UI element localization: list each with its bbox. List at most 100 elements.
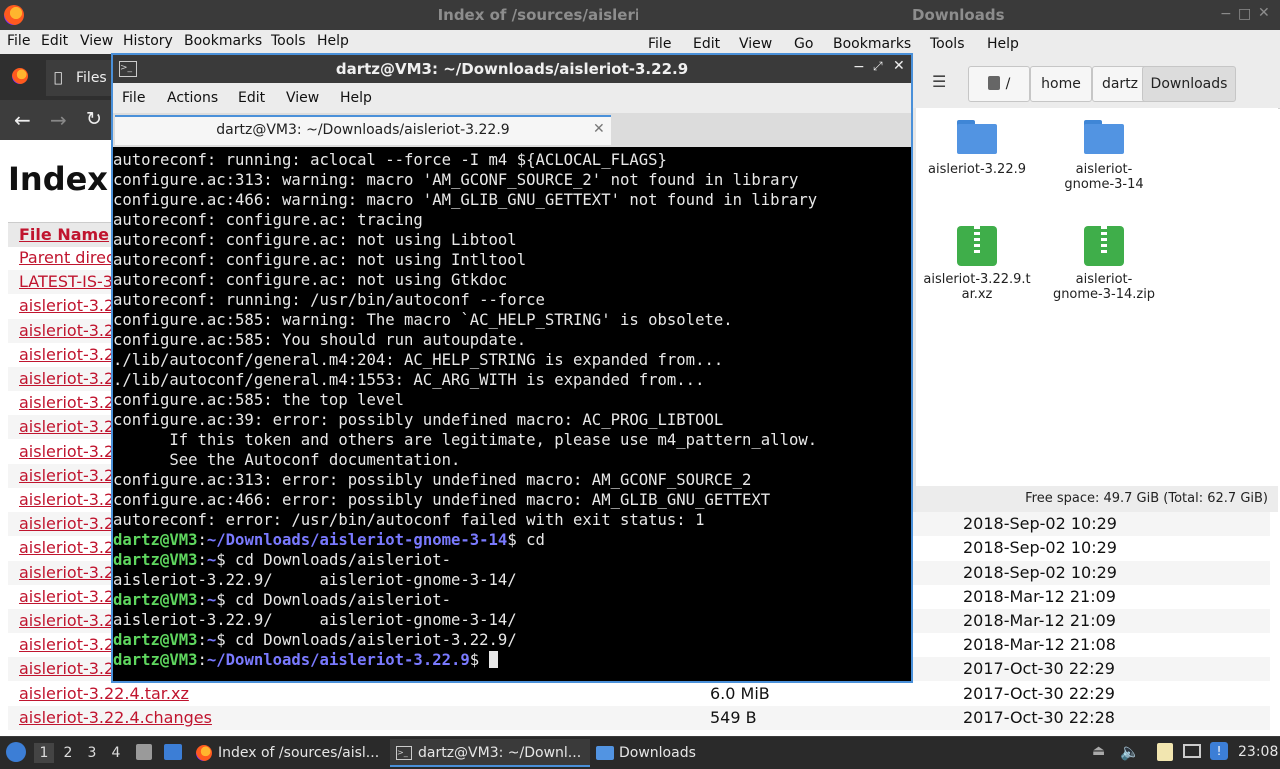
file-manager-launcher-icon[interactable] [136,744,152,760]
term-menu-view[interactable]: View [286,90,319,106]
file-link[interactable]: aisleriot-3.2 [19,417,114,436]
menu-bookmarks[interactable]: Bookmarks [184,33,262,49]
fm-menu-bookmarks[interactable]: Bookmarks [833,36,911,52]
page-heading: Index [8,160,108,198]
file-link[interactable]: LATEST-IS-3 [19,272,113,291]
text-cursor [488,651,498,668]
task-terminal[interactable]: >_ dartz@VM3: ~/Downl... [390,739,590,767]
close-icon[interactable]: ✕ [1258,5,1270,21]
prompt-command: cd Downloads/aisleriot- [225,591,451,609]
menu-tools[interactable]: Tools [271,33,306,49]
terminal-output[interactable]: autoreconf: running: aclocal --force -I … [113,147,911,681]
prompt-path: ~ [206,551,217,569]
terminal-titlebar[interactable]: >_ dartz@VM3: ~/Downloads/aisleriot-3.22… [113,55,911,83]
volume-icon[interactable]: 🔈 [1120,742,1140,761]
term-menu-actions[interactable]: Actions [167,90,218,106]
eject-icon[interactable]: ⏏ [1092,743,1105,759]
term-menu-file[interactable]: File [122,90,145,106]
terminal-tab[interactable]: dartz@VM3: ~/Downloads/aisleriot-3.22.9 … [115,115,611,145]
term-menu-edit[interactable]: Edit [238,90,265,106]
firefox-window-title: Index of /sources/aisleri [437,6,640,24]
terminal-line: See the Autoconf documentation. [113,451,461,469]
file-link[interactable]: aisleriot-3.2 [19,563,114,582]
file-icon-view: aisleriot-3.22.9 aisleriot- gnome-3-14 a… [916,108,1278,486]
close-icon[interactable]: ✕ [893,58,905,74]
file-link[interactable]: aisleriot-3.2 [19,587,114,606]
column-header-file-name[interactable]: File Name [19,225,109,244]
path-dartz[interactable]: dartz [1092,66,1148,102]
file-link[interactable]: aisleriot-3.2 [19,538,114,557]
file-link[interactable]: aisleriot-3.2 [19,611,114,630]
terminal-line: ./lib/autoconf/general.m4:1553: AC_ARG_W… [113,371,705,389]
network-icon[interactable] [1183,744,1201,758]
file-link[interactable]: aisleriot-3.2 [19,466,114,485]
file-link[interactable]: aisleriot-3.2 [19,393,114,412]
file-item-tar-archive[interactable]: aisleriot-3.22.9.t ar.xz [922,226,1032,302]
file-item-label: aisleriot- gnome-3-14 [1064,162,1144,192]
file-link[interactable]: aisleriot-3.22.4.changes [19,708,212,727]
maximize-icon[interactable]: ⤢ [873,59,883,74]
minimize-icon[interactable]: − [1220,6,1232,22]
table-row: aisleriot-3.22.4.tar.xz 6.0 MiB 2017-Oct-3… [8,682,1270,706]
close-tab-icon[interactable]: ✕ [593,121,605,137]
forward-arrow-icon[interactable]: → [50,108,67,132]
terminal-prompt-line: dartz@VM3:~$ cd Downloads/aisleriot- [113,551,451,569]
file-manager-titlebar[interactable]: Downloads − □ ✕ [638,0,1280,30]
file-link[interactable]: aisleriot-3.2 [19,442,114,461]
back-arrow-icon[interactable]: ← [14,108,31,132]
reload-icon[interactable]: ↻ [86,108,102,130]
task-firefox[interactable]: Index of /sources/aisl... [192,739,388,767]
file-link[interactable]: aisleriot-3.2 [19,296,114,315]
menu-view[interactable]: View [80,33,113,49]
free-space-text: Free space: 49.7 GiB (Total: 62.7 GiB) [1025,491,1268,506]
file-link[interactable]: aisleriot-3.2 [19,369,114,388]
file-link[interactable]: aisleriot-3.2 [19,635,114,654]
fm-menu-tools[interactable]: Tools [930,36,965,52]
term-menu-help[interactable]: Help [340,90,372,106]
maximize-icon[interactable]: □ [1238,6,1251,22]
desktop-icon[interactable] [164,744,182,760]
fm-menu-go[interactable]: Go [794,36,813,52]
menu-edit[interactable]: Edit [41,33,68,49]
file-link[interactable]: aisleriot-3.2 [19,490,114,509]
menu-help[interactable]: Help [317,33,349,49]
file-link[interactable]: aisleriot-3.2 [19,514,114,533]
workspace-2[interactable]: 2 [58,743,78,763]
notification-icon[interactable]: ! [1210,742,1228,760]
workspace-1[interactable]: 1 [34,743,54,763]
start-menu-icon[interactable] [6,742,26,762]
terminal-line: If this token and others are legitimate,… [113,431,818,449]
minimize-icon[interactable]: − [853,59,865,75]
firefox-logo-icon [4,5,24,25]
list-view-icon[interactable]: ☰ [932,72,946,91]
archive-icon [1084,226,1124,266]
fm-menu-help[interactable]: Help [987,36,1019,52]
file-item-label: aisleriot-3.22.9 [927,162,1026,177]
workspace-4[interactable]: 4 [106,743,126,763]
file-link[interactable]: aisleriot-3.2 [19,321,114,340]
file-link[interactable]: aisleriot-3.22.4.tar.xz [19,684,189,703]
fm-menu-view[interactable]: View [739,36,772,52]
firefox-icon [196,745,212,761]
fm-menu-edit[interactable]: Edit [693,36,720,52]
path-root[interactable]: / [968,66,1030,102]
file-item-gnome-folder[interactable]: aisleriot- gnome-3-14 [1049,120,1159,192]
file-link[interactable]: aisleriot-3.2 [19,345,114,364]
path-home[interactable]: home [1030,66,1092,102]
menu-history[interactable]: History [123,33,173,49]
file-item-zip-archive[interactable]: aisleriot- gnome-3-14.zip [1049,226,1159,302]
file-link[interactable]: aisleriot-3.2 [19,659,114,678]
fm-menu-file[interactable]: File [648,36,671,52]
clock[interactable]: 23:08 [1238,744,1278,760]
prompt-user: dartz@VM3 [113,631,198,649]
file-link[interactable]: Parent direc [19,248,115,267]
file-item-label: aisleriot- gnome-3-14.zip [1052,272,1156,302]
file-item-aisleriot-folder[interactable]: aisleriot-3.22.9 [922,120,1032,177]
workspace-3[interactable]: 3 [82,743,102,763]
task-downloads[interactable]: Downloads [592,739,712,767]
table-row: aisleriot-3.22.4.changes 549 B 2017-Oct-30… [8,705,1270,730]
clipboard-icon[interactable] [1157,743,1173,761]
terminal-line: configure.ac:585: the top level [113,391,405,409]
path-downloads[interactable]: Downloads [1142,66,1236,102]
menu-file[interactable]: File [7,33,30,49]
